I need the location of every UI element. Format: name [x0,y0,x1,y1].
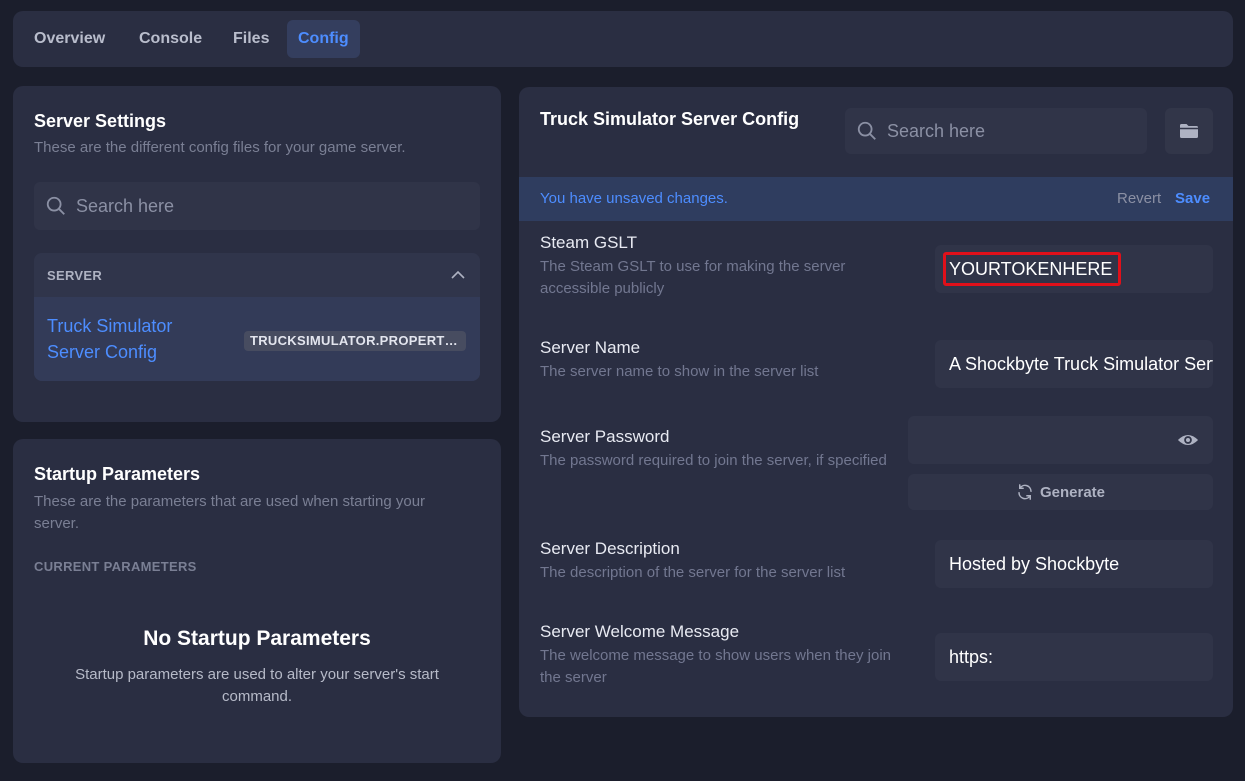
eye-icon[interactable] [1177,430,1199,450]
tab-files[interactable]: Files [222,20,280,58]
save-button[interactable]: Save [1175,190,1210,207]
server-settings-subtitle: These are the different config files for… [34,139,406,156]
open-file-button[interactable] [1165,108,1213,154]
startup-title: Startup Parameters [34,464,201,484]
empty-state-text: Startup parameters are used to alter you… [75,666,439,705]
unsaved-changes-text: You have unsaved changes. [540,190,728,207]
server-description-label: Server Description [540,539,680,558]
server-settings-title: Server Settings [34,111,167,131]
highlight-box [943,252,1121,286]
config-file-search-input[interactable]: Search here [34,182,480,230]
search-icon [857,121,876,140]
search-icon [46,196,65,215]
welcome-message-label: Server Welcome Message [540,622,740,641]
welcome-message-input[interactable]: https: [935,633,1213,681]
generate-label: Generate [1039,483,1106,501]
config-file-badge: TRUCKSIMULATOR.PROPERTIES [244,331,466,351]
server-password-input[interactable] [908,416,1213,464]
chevron-up-icon[interactable] [450,267,466,283]
steam-gslt-description: The Steam GSLT to use for making the ser… [540,258,846,297]
search-placeholder: Search here [76,195,175,216]
server-name-input[interactable]: A Shockbyte Truck Simulator Server [935,340,1213,388]
steam-gslt-label: Steam GSLT [540,233,637,252]
refresh-icon [1018,484,1032,500]
tab-bar: Overview Console Files Config [13,11,1233,67]
server-description-input[interactable]: Hosted by Shockbyte [935,540,1213,588]
group-header[interactable]: SERVER [34,253,480,297]
search-placeholder: Search here [887,120,986,141]
group-label: SERVER [47,268,103,283]
welcome-message-description: The welcome message to show users when t… [540,647,892,686]
config-title: Truck Simulator Server Config [540,109,800,129]
server-name-label: Server Name [540,338,641,357]
startup-subtitle: These are the parameters that are used w… [34,493,426,532]
empty-state-title: No Startup Parameters [143,627,371,650]
server-description-description: The description of the server for the se… [540,564,846,581]
config-search-input[interactable]: Search here [845,108,1147,154]
unsaved-changes-bar: You have unsaved changes. Revert Save [519,177,1233,221]
tab-overview[interactable]: Overview [23,20,116,58]
revert-button[interactable]: Revert [1117,190,1161,207]
server-password-label: Server Password [540,427,670,446]
server-password-description: The password required to join the server… [540,452,887,469]
tab-config[interactable]: Config [287,20,360,58]
config-editor-panel: Truck Simulator Server Config Search her… [519,87,1233,717]
current-parameters-label: CURRENT PARAMETERS [34,559,197,574]
folder-icon [1180,124,1198,138]
server-name-description: The server name to show in the server li… [540,363,819,380]
server-config-group: SERVER Truck Simulator Server Config TRU… [34,253,480,381]
startup-parameters-panel: Startup Parameters These are the paramet… [13,439,501,763]
generate-password-button[interactable]: Generate [908,474,1213,510]
tab-console[interactable]: Console [128,20,213,58]
server-settings-panel: Server Settings These are the different … [13,86,501,422]
config-file-label: Truck Simulator Server Config [47,316,173,362]
config-file-item[interactable]: Truck Simulator Server Config TRUCKSIMUL… [34,297,480,381]
